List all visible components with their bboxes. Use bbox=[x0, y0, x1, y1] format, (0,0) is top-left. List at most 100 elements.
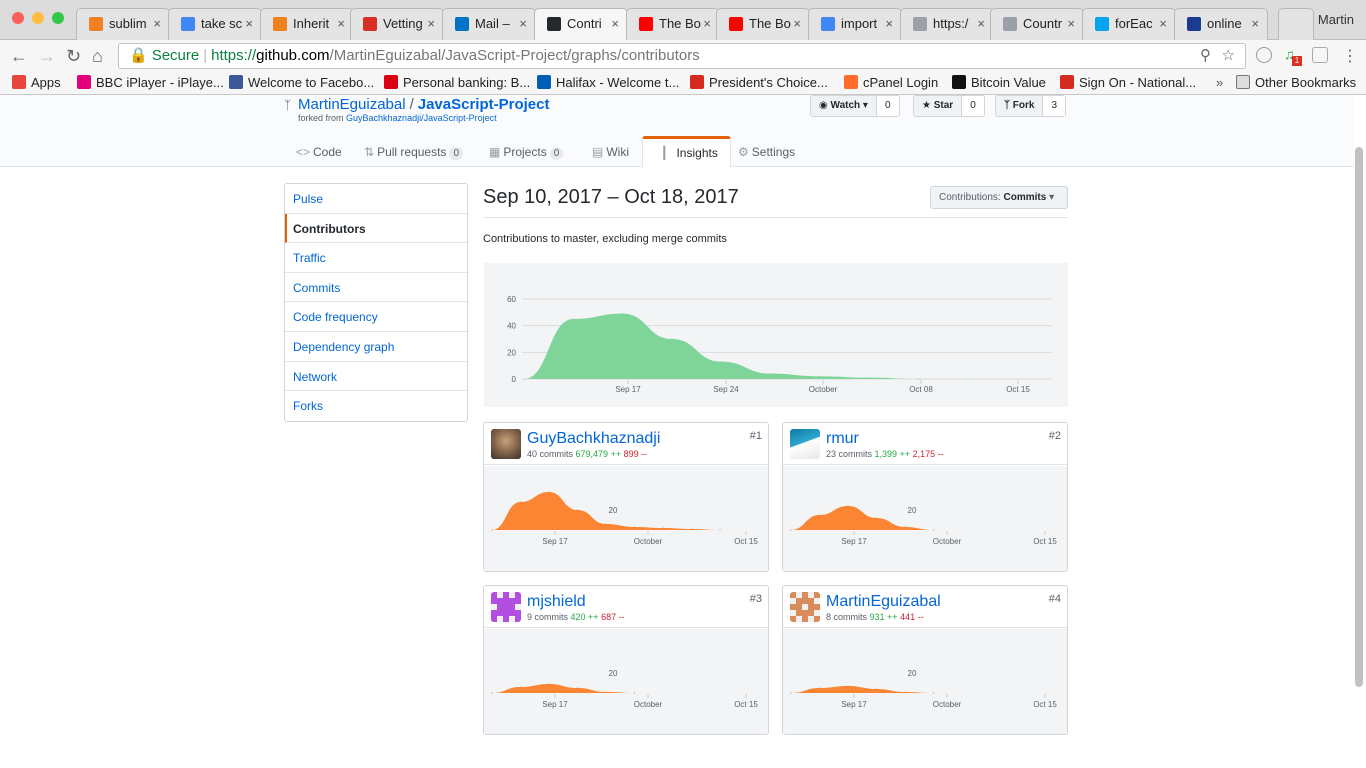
browser-tab[interactable]: Vetting × bbox=[350, 8, 444, 40]
tab-close-icon[interactable]: × bbox=[703, 16, 711, 31]
browser-tab[interactable]: forEac × bbox=[1082, 8, 1176, 40]
tab-close-icon[interactable]: × bbox=[885, 16, 893, 31]
bookmark-item[interactable]: Personal banking: B... bbox=[384, 75, 530, 90]
window-minimize-button[interactable] bbox=[32, 12, 44, 24]
bookmark-label: President's Choice... bbox=[709, 75, 828, 90]
home-icon[interactable]: ⌂ bbox=[92, 46, 103, 66]
avatar[interactable] bbox=[491, 429, 521, 459]
forward-arrow-icon[interactable]: → bbox=[38, 46, 56, 66]
tab-close-icon[interactable]: × bbox=[611, 16, 619, 31]
star-count[interactable]: 0 bbox=[962, 96, 984, 116]
contributor-chart[interactable]: 20 Sep 17 October Oct 15 bbox=[783, 629, 1067, 734]
other-bookmarks[interactable]: Other Bookmarks bbox=[1236, 75, 1356, 90]
repo-owner-link[interactable]: MartinEguizabal bbox=[298, 96, 406, 113]
tab-close-icon[interactable]: × bbox=[977, 16, 985, 31]
contributor-name-link[interactable]: MartinEguizabal bbox=[826, 593, 941, 611]
new-tab-button[interactable] bbox=[1278, 8, 1314, 40]
bookmark-item[interactable]: Bitcoin Value bbox=[952, 75, 1046, 90]
fork-button[interactable]: ᛉ Fork 3 bbox=[995, 95, 1067, 117]
extension-square-icon[interactable] bbox=[1312, 47, 1328, 63]
tab-close-icon[interactable]: × bbox=[793, 16, 801, 31]
contributions-type-select[interactable]: Contributions: Commits ▾ bbox=[930, 186, 1068, 209]
sidebar-item-network[interactable]: Network bbox=[285, 362, 467, 392]
menu-dots-icon[interactable]: ⋮ bbox=[1342, 46, 1358, 66]
contributor-name-link[interactable]: mjshield bbox=[527, 593, 586, 611]
browser-tab[interactable]: The Bo × bbox=[626, 8, 720, 40]
tab-wiki[interactable]: ▤ Wiki bbox=[580, 136, 641, 168]
sidebar-item-commits[interactable]: Commits bbox=[285, 273, 467, 303]
tab-insights[interactable]: ▕▏ Insights bbox=[642, 136, 731, 168]
bookmark-item[interactable]: Sign On - National... bbox=[1060, 75, 1196, 90]
tab-close-icon[interactable]: × bbox=[1067, 16, 1075, 31]
avatar[interactable] bbox=[790, 429, 820, 459]
tab-close-icon[interactable]: × bbox=[153, 16, 161, 31]
page-scrollbar[interactable] bbox=[1354, 100, 1364, 768]
browser-tab[interactable]: The Bo × bbox=[716, 8, 810, 40]
extension-circle-icon[interactable] bbox=[1256, 47, 1272, 63]
tab-projects[interactable]: ▦ Projects 0 bbox=[477, 136, 575, 168]
tab-pull-requests[interactable]: ⇅ Pull requests 0 bbox=[352, 136, 475, 168]
commit-count-link[interactable]: 40 commits bbox=[527, 449, 573, 459]
window-close-button[interactable] bbox=[12, 12, 24, 24]
tab-close-icon[interactable]: × bbox=[427, 16, 435, 31]
address-bar[interactable]: 🔒 Secure | https://github.com/MartinEguizab… bbox=[118, 43, 1246, 69]
data-point bbox=[875, 688, 878, 690]
contributor-name-link[interactable]: GuyBachkhaznadji bbox=[527, 430, 660, 448]
sidebar-item-forks[interactable]: Forks bbox=[285, 391, 467, 421]
contributor-chart[interactable]: 20 Sep 17 October Oct 15 bbox=[783, 466, 1067, 571]
commit-count-link[interactable]: 23 commits bbox=[826, 449, 872, 459]
bookmark-item[interactable]: cPanel Login bbox=[844, 75, 938, 90]
bookmark-item[interactable]: Halifax - Welcome t... bbox=[537, 75, 679, 90]
browser-tab[interactable]: Contri × bbox=[534, 8, 628, 40]
tab-settings[interactable]: ⚙ Settings bbox=[726, 136, 807, 168]
browser-tab-label: forEac bbox=[1115, 16, 1153, 31]
sidebar-item-pulse[interactable]: Pulse bbox=[285, 184, 467, 214]
bookmarks-overflow-chevron[interactable]: » bbox=[1216, 75, 1223, 90]
contributor-chart[interactable]: 20 Sep 17 October Oct 15 bbox=[484, 466, 768, 571]
watch-button[interactable]: ◉ Watch ▾ 0 bbox=[810, 95, 900, 117]
profile-name[interactable]: Martin bbox=[1318, 12, 1354, 27]
contributor-chart[interactable]: 20 Sep 17 October Oct 15 bbox=[484, 629, 768, 734]
browser-tab[interactable]: Countr × bbox=[990, 8, 1084, 40]
browser-tab[interactable]: online × bbox=[1174, 8, 1268, 40]
main-contributions-chart[interactable]: 0 20 40 60 Sep 17 Sep 24 October Oct 08 Oct 15 bbox=[484, 263, 1068, 407]
star-button[interactable]: ★ Star 0 bbox=[913, 95, 985, 117]
tab-close-icon[interactable]: × bbox=[337, 16, 345, 31]
sidebar-item-dependency-graph[interactable]: Dependency graph bbox=[285, 332, 467, 362]
bookmark-item[interactable]: BBC iPlayer - iPlaye... bbox=[77, 75, 224, 90]
watch-count[interactable]: 0 bbox=[876, 96, 899, 116]
avatar[interactable] bbox=[790, 592, 820, 622]
bookmark-star-icon[interactable]: ☆ bbox=[1222, 44, 1235, 68]
tab-close-icon[interactable]: × bbox=[519, 16, 527, 31]
tab-close-icon[interactable]: × bbox=[1159, 16, 1167, 31]
sidebar-item-traffic[interactable]: Traffic bbox=[285, 243, 467, 273]
sidebar-item-contributors[interactable]: Contributors bbox=[285, 213, 467, 244]
forked-from-link[interactable]: GuyBachkhaznadji/JavaScript-Project bbox=[346, 113, 497, 123]
bookmark-item[interactable]: Welcome to Facebo... bbox=[229, 75, 374, 90]
browser-tab[interactable]: Mail – × bbox=[442, 8, 536, 40]
browser-tab[interactable]: import × bbox=[808, 8, 902, 40]
browser-tab[interactable]: Inherit × bbox=[260, 8, 354, 40]
contributor-name-link[interactable]: rmur bbox=[826, 430, 859, 448]
browser-tab[interactable]: take sc × bbox=[168, 8, 262, 40]
back-arrow-icon[interactable]: ← bbox=[10, 46, 28, 66]
tab-close-icon[interactable]: × bbox=[245, 16, 253, 31]
commit-count-link[interactable]: 9 commits bbox=[527, 612, 568, 622]
bookmark-label: Welcome to Facebo... bbox=[248, 75, 375, 90]
zoom-search-icon[interactable]: ⚲ bbox=[1200, 44, 1211, 68]
commit-count-link[interactable]: 8 commits bbox=[826, 612, 867, 622]
scrollbar-thumb[interactable] bbox=[1355, 147, 1363, 687]
tab-close-icon[interactable]: × bbox=[1251, 16, 1259, 31]
avatar[interactable] bbox=[491, 592, 521, 622]
reload-icon[interactable]: ↻ bbox=[66, 46, 81, 66]
bookmark-item[interactable]: President's Choice... bbox=[690, 75, 828, 90]
bookmark-item[interactable]: Apps bbox=[12, 75, 61, 90]
repo-name-link[interactable]: JavaScript-Project bbox=[418, 96, 550, 113]
data-point bbox=[770, 373, 772, 375]
tab-code[interactable]: <> Code bbox=[284, 136, 354, 168]
browser-tab[interactable]: https:/ × bbox=[900, 8, 994, 40]
sidebar-item-code-frequency[interactable]: Code frequency bbox=[285, 302, 467, 332]
window-zoom-button[interactable] bbox=[52, 12, 64, 24]
browser-tab[interactable]: sublim × bbox=[76, 8, 170, 40]
fork-count[interactable]: 3 bbox=[1043, 96, 1066, 116]
